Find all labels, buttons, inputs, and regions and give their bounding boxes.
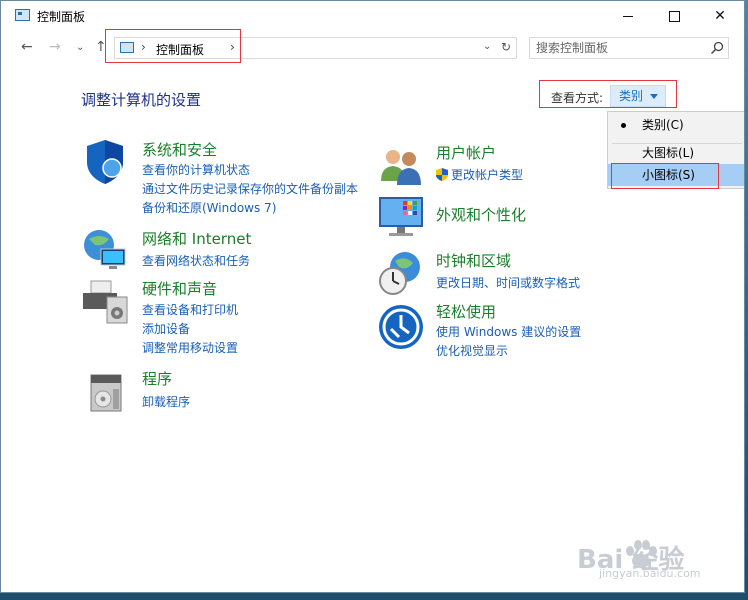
close-icon: ✕ xyxy=(714,8,726,24)
clock-globe-icon[interactable] xyxy=(377,249,425,297)
minimize-icon xyxy=(623,15,633,17)
menu-item-large-icons-label: 大图标(L) xyxy=(642,146,695,160)
control-panel-icon xyxy=(15,9,30,21)
link-uninstall-program[interactable]: 卸载程序 xyxy=(142,393,190,410)
link-backup-restore[interactable]: 备份和还原(Windows 7) xyxy=(142,199,276,216)
menu-item-large-icons[interactable]: 大图标(L) xyxy=(608,142,744,164)
link-network-status[interactable]: 查看网络状态和任务 xyxy=(142,252,250,269)
link-file-history[interactable]: 通过文件历史记录保存你的文件备份副本 xyxy=(142,180,358,197)
link-change-date-time[interactable]: 更改日期、时间或数字格式 xyxy=(436,274,580,291)
link-change-account-type[interactable]: 更改帐户类型 xyxy=(436,166,523,183)
back-arrow-icon[interactable]: ← xyxy=(21,39,33,55)
link-view-computer-status[interactable]: 查看你的计算机状态 xyxy=(142,161,250,178)
view-by-value: 类别 xyxy=(619,89,644,103)
recent-locations-chevron-icon[interactable]: ⌄ xyxy=(76,42,84,53)
ease-of-access-icon[interactable] xyxy=(377,303,425,351)
address-dropdown-icon[interactable]: ⌄ xyxy=(483,41,491,52)
maximize-button[interactable] xyxy=(651,1,697,31)
category-title-appearance[interactable]: 外观和个性化 xyxy=(436,204,526,225)
appearance-monitor-icon[interactable] xyxy=(377,193,425,241)
link-optimize-display[interactable]: 优化视觉显示 xyxy=(436,342,508,359)
network-globe-icon[interactable] xyxy=(81,227,129,275)
search-box[interactable] xyxy=(529,37,729,59)
category-title-network[interactable]: 网络和 Internet xyxy=(142,228,251,249)
selected-bullet-icon xyxy=(621,123,626,128)
category-title-user-accounts[interactable]: 用户帐户 xyxy=(436,142,496,163)
link-add-device[interactable]: 添加设备 xyxy=(142,320,190,337)
link-recommended-settings[interactable]: 使用 Windows 建议的设置 xyxy=(436,323,581,340)
category-title-clock-region[interactable]: 时钟和区域 xyxy=(436,250,511,271)
view-by-select[interactable]: 类别 xyxy=(610,85,666,107)
minimize-button[interactable] xyxy=(605,1,651,31)
page-title: 调整计算机的设置 xyxy=(81,91,202,109)
category-title-programs[interactable]: 程序 xyxy=(142,368,172,389)
maximize-icon xyxy=(668,10,680,22)
forward-arrow-icon[interactable]: → xyxy=(49,39,61,55)
title-bar: 控制面板 ✕ xyxy=(1,1,744,31)
control-panel-window: 控制面板 ✕ ← → ⌄ ↑ › 控制面板 › ⌄ ↻ 调整计算机的设置 查看方… xyxy=(0,0,745,593)
small-icons-highlight-box xyxy=(611,163,719,189)
shield-icon[interactable] xyxy=(81,138,129,186)
printer-icon[interactable] xyxy=(81,279,129,327)
users-icon[interactable] xyxy=(377,141,425,189)
category-title-system-security[interactable]: 系统和安全 xyxy=(142,139,217,160)
uac-shield-icon xyxy=(436,168,448,181)
search-input[interactable] xyxy=(536,41,696,55)
close-button[interactable]: ✕ xyxy=(697,1,743,31)
category-title-hardware-sound[interactable]: 硬件和声音 xyxy=(142,278,217,299)
link-devices-printers[interactable]: 查看设备和打印机 xyxy=(142,301,238,318)
menu-item-category[interactable]: 类别(C) xyxy=(608,114,744,136)
window-title: 控制面板 xyxy=(37,10,86,24)
refresh-icon[interactable]: ↻ xyxy=(501,40,511,54)
view-by-label: 查看方式: xyxy=(551,91,604,105)
link-mobility-settings[interactable]: 调整常用移动设置 xyxy=(142,339,238,356)
dropdown-arrow-icon xyxy=(650,94,658,99)
menu-item-category-label: 类别(C) xyxy=(642,118,684,132)
baidu-watermark-url: jingyan.baidu.com xyxy=(599,567,701,580)
search-icon[interactable] xyxy=(710,41,724,55)
address-highlight-box xyxy=(105,29,241,63)
baidu-paw-icon xyxy=(626,540,657,568)
programs-box-icon[interactable] xyxy=(83,367,131,415)
category-title-ease-of-access[interactable]: 轻松使用 xyxy=(436,301,496,322)
link-change-account-type-label: 更改帐户类型 xyxy=(451,168,524,182)
